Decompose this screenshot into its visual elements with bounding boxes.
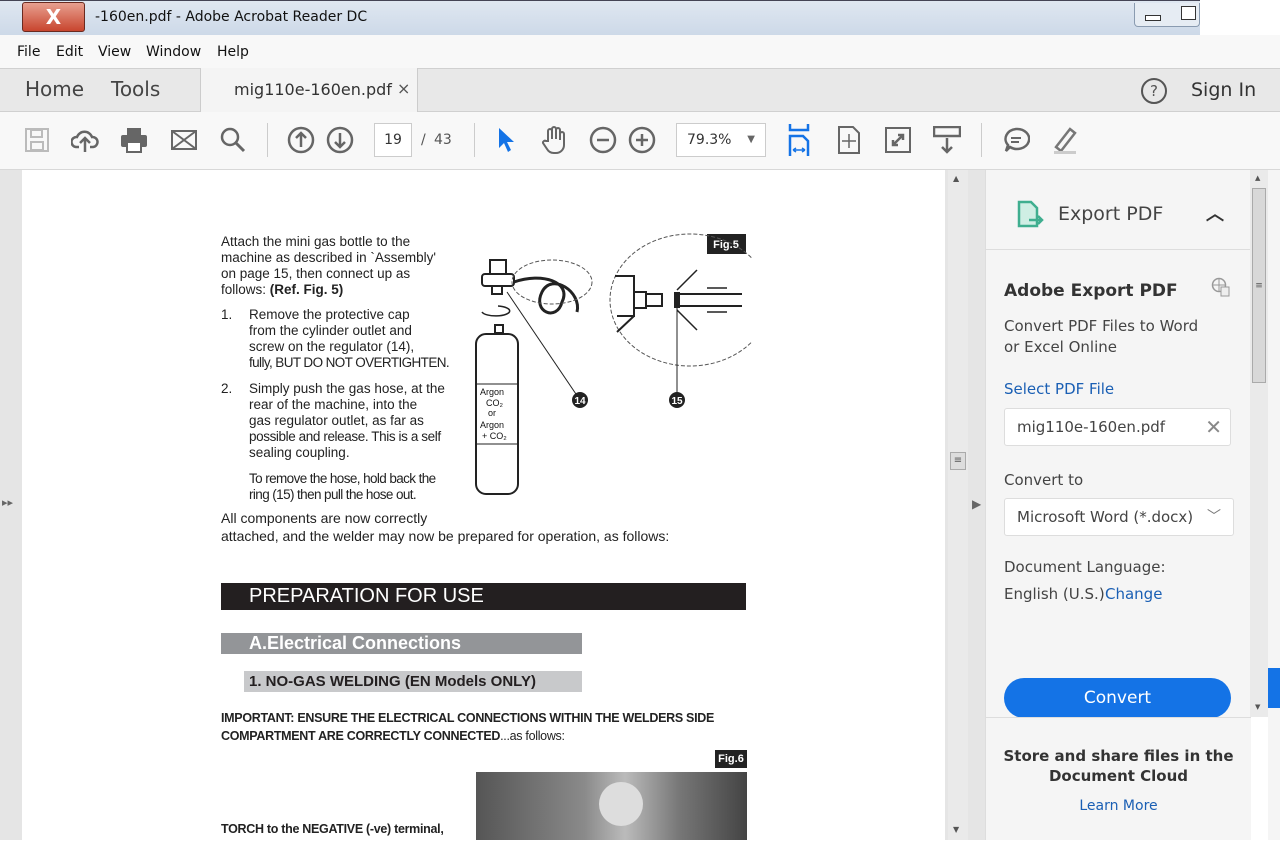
- conclusion-text: All components are now correctly attached…: [221, 510, 670, 544]
- callout-14: 14: [574, 396, 586, 407]
- menu-window[interactable]: Window: [146, 44, 201, 60]
- step-1-number: 1.: [221, 307, 233, 322]
- menu-file[interactable]: File: [17, 44, 40, 60]
- page-separator: /: [421, 132, 426, 148]
- background-button-fragment: [1268, 668, 1280, 708]
- tab-home[interactable]: Home: [25, 77, 84, 101]
- fit-page-icon[interactable]: [834, 125, 864, 155]
- tab-bar: [0, 68, 1280, 112]
- zoom-in-icon[interactable]: [627, 125, 657, 155]
- menu-edit[interactable]: Edit: [56, 44, 83, 60]
- heading-electrical-connections: A.Electrical Connections: [221, 633, 582, 654]
- collapse-right-pane-icon[interactable]: ▶: [972, 497, 981, 511]
- step-1-text: Remove the protective cap from the cylind…: [249, 307, 450, 370]
- collapse-panel-chevron-icon[interactable]: ︿: [1206, 200, 1224, 226]
- highlight-icon[interactable]: [1050, 125, 1080, 155]
- tab-document-label: mig110e-160en.pdf: [234, 80, 392, 99]
- step-2-note: To remove the hose, hold back the ring (1…: [249, 471, 436, 502]
- upload-cloud-icon[interactable]: [70, 125, 100, 155]
- document-cloud-promo: Store and share files in the Document Clo…: [986, 717, 1251, 840]
- zoom-level-value: 79.3%: [687, 132, 732, 148]
- export-pdf-icon: [1017, 200, 1044, 228]
- tab-close-button[interactable]: ×: [397, 79, 410, 98]
- fig5-diagram: Fig.5 Argon CO₂ or Argon + CO₂ 14 15: [475, 233, 752, 495]
- window-title: -160en.pdf - Adobe Acrobat Reader DC: [95, 9, 368, 25]
- adobe-export-pdf-title: Adobe Export PDF: [1004, 281, 1178, 301]
- menu-view[interactable]: View: [98, 44, 131, 60]
- select-pdf-file-label: Select PDF File: [1004, 380, 1115, 398]
- important-notice: IMPORTANT: ENSURE THE ELECTRICAL CONNECT…: [221, 711, 715, 743]
- help-icon[interactable]: ?: [1141, 78, 1167, 104]
- zoom-level-select[interactable]: 79.3% ▼: [676, 123, 766, 157]
- fig6-label: Fig.6: [715, 750, 747, 768]
- minimize-button[interactable]: [1145, 15, 1161, 21]
- previous-page-icon[interactable]: [286, 125, 316, 155]
- tab-tools[interactable]: Tools: [111, 77, 160, 101]
- callout-15: 15: [671, 396, 683, 407]
- hand-tool-icon[interactable]: [539, 125, 569, 155]
- read-mode-icon[interactable]: [932, 125, 962, 155]
- full-screen-icon[interactable]: [883, 125, 913, 155]
- document-language-value: English (U.S.): [1004, 585, 1105, 603]
- scrollbar-thumb[interactable]: ≡: [950, 452, 966, 470]
- print-icon[interactable]: [119, 125, 149, 155]
- document-language-label: Document Language:: [1004, 558, 1166, 576]
- expand-left-pane-icon[interactable]: ▸▸: [2, 496, 13, 509]
- document-scrollbar[interactable]: ▲ ≡ ▼: [948, 170, 968, 840]
- menu-help[interactable]: Help: [217, 44, 249, 60]
- maximize-button[interactable]: [1181, 6, 1196, 20]
- fig6-photo-detail: [599, 782, 643, 826]
- select-cursor-icon[interactable]: [491, 125, 521, 155]
- scroll-down-icon[interactable]: ▼: [1255, 703, 1260, 711]
- chevron-down-icon: ﹀: [1207, 509, 1221, 525]
- panel-description: Convert PDF Files to Word or Excel Online: [1004, 317, 1199, 356]
- fig6-photo: [476, 772, 747, 840]
- online-service-icon: [1211, 277, 1230, 297]
- next-page-icon[interactable]: [325, 125, 355, 155]
- scroll-up-icon[interactable]: ▲: [953, 174, 959, 183]
- export-pdf-panel: Export PDF ︿ Adobe Export PDF Convert PD…: [985, 170, 1251, 840]
- close-window-button[interactable]: X: [22, 2, 85, 32]
- sign-in-button[interactable]: Sign In: [1191, 79, 1256, 101]
- page-number-input[interactable]: 19: [374, 123, 412, 157]
- heading-no-gas-welding: 1. NO-GAS WELDING (EN Models ONLY): [244, 671, 582, 692]
- window-controls: [1134, 3, 1200, 27]
- torch-text: TORCH to the NEGATIVE (-ve) terminal,: [221, 822, 444, 836]
- page-total: 43: [434, 132, 452, 148]
- email-icon[interactable]: [169, 125, 199, 155]
- fit-width-icon[interactable]: [784, 124, 814, 156]
- zoom-out-icon[interactable]: [588, 125, 618, 155]
- selected-file-name: mig110e-160en.pdf: [1017, 418, 1166, 436]
- heading-preparation-for-use: PREPARATION FOR USE: [221, 583, 746, 610]
- convert-button[interactable]: Convert: [1004, 678, 1231, 718]
- selected-file-field[interactable]: mig110e-160en.pdf ✕: [1004, 408, 1231, 446]
- divider: [986, 249, 1251, 250]
- comment-icon[interactable]: [1001, 125, 1031, 155]
- convert-to-value: Microsoft Word (*.docx): [1017, 508, 1194, 526]
- scroll-down-icon[interactable]: ▼: [953, 825, 959, 834]
- toolbar-divider: [474, 123, 475, 157]
- change-language-link[interactable]: Change: [1105, 585, 1162, 603]
- convert-to-label: Convert to: [1004, 471, 1084, 489]
- step-2-text: Simply push the gas hose, at the rear of …: [249, 381, 445, 460]
- panel-header-title: Export PDF: [1058, 203, 1164, 225]
- search-icon[interactable]: [218, 125, 248, 155]
- pdf-page: Attach the mini gas bottle to the machine…: [22, 170, 945, 840]
- panel-scrollbar-thumb[interactable]: ≡: [1252, 188, 1266, 383]
- intro-paragraph: Attach the mini gas bottle to the machine…: [221, 234, 436, 297]
- tab-document[interactable]: mig110e-160en.pdf ×: [200, 68, 418, 112]
- learn-more-link[interactable]: Learn More: [986, 798, 1251, 814]
- background-window-edge: [1268, 170, 1280, 840]
- panel-scrollbar[interactable]: ▲ ≡ ▼: [1250, 170, 1268, 717]
- clear-file-icon[interactable]: ✕: [1205, 409, 1222, 445]
- chevron-down-icon: ▼: [747, 134, 755, 145]
- save-icon[interactable]: [22, 125, 52, 155]
- convert-to-select[interactable]: Microsoft Word (*.docx) ﹀: [1004, 498, 1234, 536]
- scroll-up-icon[interactable]: ▲: [1255, 174, 1260, 182]
- step-2-number: 2.: [221, 381, 233, 396]
- promo-text: Store and share files in the Document Clo…: [1003, 747, 1234, 785]
- toolbar-divider: [981, 123, 982, 157]
- toolbar-divider: [267, 123, 268, 157]
